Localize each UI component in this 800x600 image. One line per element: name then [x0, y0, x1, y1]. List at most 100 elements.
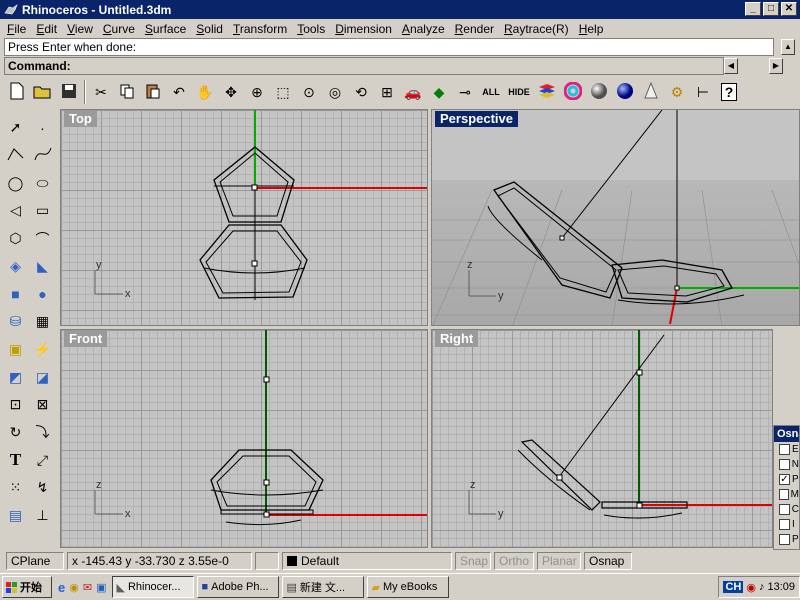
osnap-checkbox[interactable]	[779, 489, 789, 500]
hide-button[interactable]: HIDE	[504, 79, 534, 105]
ie-icon[interactable]: e	[58, 580, 65, 595]
surface-tool[interactable]: ◈	[2, 252, 29, 280]
close-button[interactable]: ✕	[781, 2, 797, 16]
viewport-front[interactable]: Front z x	[60, 329, 428, 548]
command-prompt[interactable]: Command:	[4, 57, 724, 75]
select-tool[interactable]: ➚	[2, 114, 29, 142]
zoom-window-button[interactable]: ⬚	[270, 79, 296, 105]
osnap-checkbox[interactable]	[779, 519, 790, 530]
osnap-item[interactable]: C	[774, 502, 799, 517]
task-my-ebooks[interactable]: ▰ My eBooks	[367, 576, 450, 598]
text-tool[interactable]: T	[2, 446, 29, 474]
box-tool[interactable]: ■	[2, 280, 29, 308]
polyline-tool[interactable]	[2, 142, 29, 170]
point-tool[interactable]: ·	[29, 114, 56, 142]
volume-icon[interactable]: ♪	[759, 581, 765, 593]
curve-tool[interactable]	[29, 142, 56, 170]
menu-transform[interactable]: Transform	[228, 22, 292, 36]
osnap-panel-title[interactable]: Osnap	[774, 426, 799, 442]
array-tool[interactable]: ⊠	[29, 391, 56, 419]
osnap-item[interactable]: I	[774, 517, 799, 532]
open-file-button[interactable]	[30, 79, 56, 105]
surface-edit-tool[interactable]: ◣	[29, 252, 56, 280]
distance-button[interactable]: ⊢	[690, 79, 716, 105]
menu-curve[interactable]: Curve	[98, 22, 140, 36]
layers-button[interactable]	[534, 79, 560, 105]
copy-button[interactable]	[114, 79, 140, 105]
zoom-extents-button[interactable]: ⊙	[296, 79, 322, 105]
zoom-selected-button[interactable]: ◎	[322, 79, 348, 105]
command-scroll-right-button[interactable]: ▶	[769, 58, 783, 74]
menu-edit[interactable]: Edit	[31, 22, 62, 36]
render-button[interactable]	[612, 79, 638, 105]
zoom-dynamic-button[interactable]: ⊕	[244, 79, 270, 105]
edit-tool[interactable]: ◩	[2, 363, 29, 391]
scale-tool[interactable]: ⊡	[2, 391, 29, 419]
new-file-button[interactable]	[4, 79, 30, 105]
task-photoshop[interactable]: ■ Adobe Ph...	[197, 576, 280, 598]
osnap-checkbox[interactable]	[779, 504, 790, 515]
menu-dimension[interactable]: Dimension	[330, 22, 397, 36]
status-layer[interactable]: Default	[282, 551, 452, 570]
render-tool[interactable]: ▣	[2, 336, 29, 364]
set-cplane-button[interactable]: ◆	[426, 79, 452, 105]
menu-file[interactable]: File	[2, 22, 31, 36]
pan-button[interactable]: ✋	[192, 79, 218, 105]
circle-tool[interactable]: ◯	[2, 169, 29, 197]
clock[interactable]: 13:09	[767, 581, 795, 593]
viewport-right[interactable]: Right z y	[431, 329, 773, 548]
status-cplane[interactable]: CPlane	[6, 551, 64, 570]
edit-points-tool[interactable]: ◪	[29, 363, 56, 391]
outlook-icon[interactable]: ✉	[83, 581, 92, 594]
osnap-checkbox[interactable]	[779, 444, 790, 455]
osnap-checkbox[interactable]	[779, 534, 790, 545]
boolean-tool[interactable]: ●	[29, 280, 56, 308]
minimize-button[interactable]: _	[745, 2, 761, 16]
undo-view-button[interactable]: ⟲	[348, 79, 374, 105]
rectangle-tool[interactable]: ▭	[29, 197, 56, 225]
rotate-view-button[interactable]: ✥	[218, 79, 244, 105]
menu-render[interactable]: Render	[450, 22, 499, 36]
help-button[interactable]: ?	[716, 79, 742, 105]
osnap-item[interactable]: M	[774, 487, 799, 502]
four-viewports-button[interactable]: ⊞	[374, 79, 400, 105]
viewport-tool[interactable]: ▤	[2, 502, 29, 530]
status-planar-toggle[interactable]: Planar	[537, 551, 581, 570]
camera-button[interactable]: 🚗	[400, 79, 426, 105]
menu-tools[interactable]: Tools	[292, 22, 330, 36]
rhino-app-icon[interactable]	[4, 3, 18, 17]
fillet-tool[interactable]: ⌒	[29, 225, 56, 253]
shade-button[interactable]	[586, 79, 612, 105]
status-osnap-toggle[interactable]: Osnap	[584, 551, 632, 570]
viewport-perspective[interactable]: Perspective z y	[431, 109, 800, 326]
menu-help[interactable]: Help	[574, 22, 609, 36]
menu-analyze[interactable]: Analyze	[397, 22, 450, 36]
color-wheel-button[interactable]	[560, 79, 586, 105]
light-tool[interactable]: ⚡	[29, 336, 56, 364]
cplane-origin-button[interactable]: ⊸	[452, 79, 478, 105]
menu-surface[interactable]: Surface	[140, 22, 191, 36]
command-scroll-left-button[interactable]: ◀	[724, 58, 738, 74]
explorer-icon[interactable]: ◉	[69, 581, 79, 594]
dimension-tool[interactable]: ⤢	[29, 446, 56, 474]
osnap-item[interactable]: E	[774, 442, 799, 457]
spotlight-button[interactable]	[638, 79, 664, 105]
polygon-tool[interactable]: ⬡	[2, 225, 29, 253]
viewport-top[interactable]: Top y x	[60, 109, 428, 326]
bend-tool[interactable]: ⤵	[29, 419, 56, 447]
osnap-item[interactable]: N	[774, 457, 799, 472]
undo-button[interactable]: ↶	[166, 79, 192, 105]
osnap-checkbox[interactable]	[779, 459, 790, 470]
start-button[interactable]: 开始	[2, 576, 52, 598]
show-all-button[interactable]: ALL	[478, 79, 504, 105]
status-ortho-toggle[interactable]: Ortho	[494, 551, 534, 570]
measure-tool[interactable]: ⊥	[29, 502, 56, 530]
status-snap-toggle[interactable]: Snap	[455, 551, 491, 570]
trim-tool[interactable]: ↯	[29, 474, 56, 502]
grid-snap-tool[interactable]: ⁙	[2, 474, 29, 502]
history-scroll-up-button[interactable]: ▲	[781, 39, 795, 55]
task-new-text[interactable]: ▤ 新建 文...	[282, 576, 365, 598]
ellipse-tool[interactable]: ⬭	[29, 169, 56, 197]
menu-view[interactable]: View	[62, 22, 98, 36]
cut-button[interactable]: ✂	[88, 79, 114, 105]
